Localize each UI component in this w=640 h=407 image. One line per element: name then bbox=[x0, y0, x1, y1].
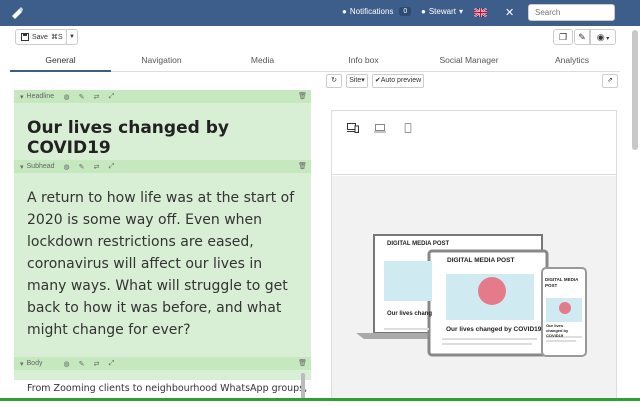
refresh-icon: ↻ bbox=[331, 77, 337, 84]
editor-scrollbar[interactable] bbox=[301, 373, 305, 401]
edit-icon[interactable]: ✎ bbox=[77, 359, 86, 368]
pin-button[interactable]: ✎ bbox=[574, 29, 590, 45]
tab-analytics[interactable]: Analytics bbox=[524, 52, 620, 72]
search-input[interactable] bbox=[528, 4, 615, 21]
tablet-headline: Our lives changed by COVID19 bbox=[446, 326, 542, 333]
shuffle-icon[interactable]: ⇄ bbox=[92, 162, 101, 171]
tab-social-manager[interactable]: Social Manager bbox=[414, 52, 524, 72]
trash-icon[interactable]: 🗑 bbox=[298, 162, 307, 170]
shuffle-icon[interactable]: ⇄ bbox=[92, 359, 101, 368]
article-editor-panel: ▾ Headline ◍ ✎ ⇄ ⤢ 🗑 Our lives changed by… bbox=[14, 90, 311, 401]
auto-preview-toggle[interactable]: ✔Auto preview bbox=[372, 74, 424, 88]
subhead-field-bar: ▾ Subhead ◍ ✎ ⇄ ⤢ 🗑 bbox=[14, 160, 311, 173]
chevron-down-icon: ▾ bbox=[604, 36, 610, 42]
edit-icon[interactable]: ✎ bbox=[77, 162, 86, 171]
user-menu[interactable]: ● Stewart ▾ bbox=[421, 7, 463, 16]
phone-headline: Our lives changed by COVID19 bbox=[546, 323, 569, 338]
body-field-label: ▾ Body bbox=[20, 360, 43, 368]
user-name: Stewart bbox=[428, 7, 456, 16]
shuffle-icon[interactable]: ⇄ bbox=[92, 92, 101, 101]
globe-icon: ◉ bbox=[596, 32, 605, 42]
expand-icon[interactable]: ⤢ bbox=[107, 92, 116, 101]
expand-icon[interactable]: ⤢ bbox=[107, 162, 116, 171]
tab-general[interactable]: General bbox=[10, 52, 111, 72]
save-icon bbox=[21, 33, 29, 41]
headline-field-bar: ▾ Headline ◍ ✎ ⇄ ⤢ 🗑 bbox=[14, 90, 311, 103]
laptop-icon[interactable] bbox=[374, 123, 386, 133]
expand-icon[interactable]: ⤢ bbox=[107, 359, 116, 368]
editor-toolbar: Save ⌘S ▼ ❐ ✎ ◉ ▾ bbox=[0, 26, 632, 48]
notifications-label: Notifications bbox=[349, 7, 394, 16]
save-label: Save bbox=[32, 33, 48, 41]
caret-down-icon[interactable]: ▾ bbox=[20, 93, 24, 101]
page-scrollbar[interactable] bbox=[632, 30, 638, 150]
auto-preview-label: Auto preview bbox=[380, 77, 422, 84]
globe-icon[interactable]: ◍ bbox=[62, 162, 71, 171]
subhead-text[interactable]: A return to how life was at the start of… bbox=[27, 187, 299, 341]
editor-tabs: General Navigation Media Info box Social… bbox=[10, 52, 620, 72]
chevron-down-icon: ▼ bbox=[69, 34, 75, 40]
globe-icon[interactable]: ◍ bbox=[62, 92, 71, 101]
headline-field-label: ▾ Headline bbox=[20, 93, 55, 101]
chevron-down-icon: ▾ bbox=[458, 7, 463, 16]
headline-text[interactable]: Our lives changed by COVID19 bbox=[27, 118, 307, 158]
edit-icon[interactable]: ✎ bbox=[77, 92, 86, 101]
phone-site-name: DIGITAL MEDIA POST bbox=[545, 277, 579, 288]
body-field-bar: ▾ Body ◍ ✎ ⇄ ⤢ 🗑 bbox=[14, 357, 311, 370]
chat-icon: ● bbox=[342, 7, 347, 16]
site-dropdown[interactable]: Site▾ bbox=[346, 74, 368, 88]
device-mockups-image bbox=[356, 234, 587, 357]
tab-info-box[interactable]: Info box bbox=[313, 52, 414, 72]
mobile-icon[interactable] bbox=[402, 123, 414, 133]
caret-down-icon[interactable]: ▾ bbox=[20, 163, 24, 171]
tab-media[interactable]: Media bbox=[212, 52, 313, 72]
uk-flag-icon[interactable] bbox=[474, 8, 487, 17]
fullscreen-icon[interactable]: ✕ bbox=[505, 6, 515, 19]
caret-down-icon[interactable]: ▾ bbox=[20, 360, 24, 368]
external-link-icon: ⇗ bbox=[607, 77, 613, 84]
notifications-count-badge: 0 bbox=[399, 7, 412, 16]
copy-button[interactable]: ❐ bbox=[553, 29, 573, 45]
device-switcher bbox=[332, 111, 616, 175]
save-button[interactable]: Save ⌘S bbox=[15, 29, 67, 45]
copy-icon: ❐ bbox=[558, 32, 568, 42]
open-external-button[interactable]: ⇗ bbox=[602, 74, 618, 88]
top-navbar: ● Notifications 0 ● Stewart ▾ ✕ bbox=[0, 0, 640, 26]
preview-canvas: DIGITAL MEDIA POST DIGITAL MEDIA POST DI… bbox=[332, 176, 616, 402]
laptop-headline: Our lives chang bbox=[387, 311, 433, 317]
refresh-button[interactable]: ↻ bbox=[326, 74, 342, 88]
save-options-button[interactable]: ▼ bbox=[66, 29, 78, 45]
save-shortcut: ⌘S bbox=[50, 34, 63, 41]
app-logo-icon[interactable] bbox=[10, 6, 24, 20]
pin-icon: ✎ bbox=[578, 32, 586, 42]
tab-navigation[interactable]: Navigation bbox=[111, 52, 212, 72]
chevron-down-icon: ▾ bbox=[361, 77, 365, 84]
user-icon: ● bbox=[421, 7, 426, 16]
site-label: Site bbox=[349, 77, 362, 84]
multi-device-icon[interactable] bbox=[347, 123, 359, 133]
subhead-field-label: ▾ Subhead bbox=[20, 163, 55, 171]
trash-icon[interactable]: 🗑 bbox=[298, 359, 307, 367]
notifications-button[interactable]: ● Notifications 0 bbox=[342, 7, 412, 16]
preview-pane: DIGITAL MEDIA POST DIGITAL MEDIA POST DI… bbox=[331, 110, 617, 402]
globe-icon[interactable]: ◍ bbox=[62, 359, 71, 368]
tablet-site-name: DIGITAL MEDIA POST bbox=[447, 257, 515, 264]
body-text: From Zooming clients to neighbourhood Wh… bbox=[27, 383, 308, 394]
trash-icon[interactable]: 🗑 bbox=[298, 92, 307, 100]
publish-menu-button[interactable]: ◉ ▾ bbox=[590, 29, 616, 45]
laptop-site-name: DIGITAL MEDIA POST bbox=[387, 241, 450, 247]
